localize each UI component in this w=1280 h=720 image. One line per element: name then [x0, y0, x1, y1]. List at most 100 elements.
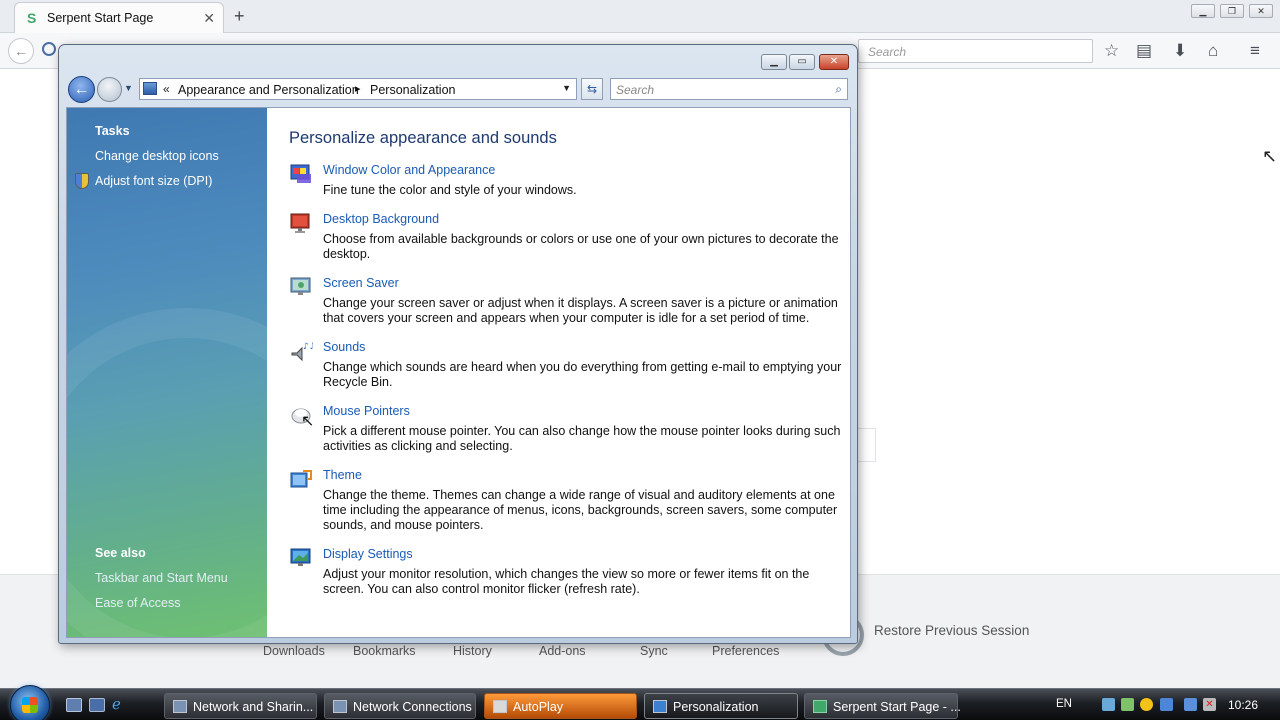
desc-window-color: Fine tune the color and style of your wi…	[323, 183, 577, 197]
taskbar-label: AutoPlay	[513, 700, 564, 714]
restore-session-button[interactable]: Restore Previous Session	[874, 623, 1029, 638]
browser-minimize-button[interactable]: ▁	[1191, 4, 1215, 18]
network-connections-icon	[333, 700, 347, 713]
screen-saver-icon[interactable]	[289, 275, 313, 299]
link-sounds[interactable]: Sounds	[323, 340, 365, 354]
windows-logo-icon	[22, 697, 38, 713]
link-theme[interactable]: Theme	[323, 468, 362, 482]
breadcrumb-personalization[interactable]: Personalization	[370, 83, 455, 97]
window-color-icon[interactable]	[289, 162, 313, 186]
link-mouse-pointers[interactable]: Mouse Pointers	[323, 404, 410, 418]
breadcrumb-separator-icon[interactable]: ▸	[355, 82, 361, 95]
see-also-taskbar-start-menu[interactable]: Taskbar and Start Menu	[95, 571, 228, 585]
reading-list-icon[interactable]: ▤	[1136, 41, 1152, 61]
taskbar-label: Network and Sharin...	[193, 700, 314, 714]
see-also-ease-of-access[interactable]: Ease of Access	[95, 596, 180, 610]
cp-maximize-button[interactable]: ▭	[789, 54, 815, 70]
link-desktop-background[interactable]: Desktop Background	[323, 212, 439, 226]
address-dropdown-icon[interactable]: ▼	[562, 83, 571, 93]
tray-security-icon[interactable]	[1160, 698, 1173, 711]
browser-search-placeholder: Search	[868, 45, 907, 59]
start-page-search-edge	[858, 428, 876, 462]
link-display-settings[interactable]: Display Settings	[323, 547, 413, 561]
display-settings-icon[interactable]	[289, 546, 313, 570]
task-change-desktop-icons[interactable]: Change desktop icons	[95, 149, 219, 163]
show-desktop-icon[interactable]	[66, 698, 82, 712]
launcher-addons[interactable]: Add-ons	[539, 644, 586, 658]
cp-search-input[interactable]: Search ⌕	[610, 78, 848, 100]
desktop-background-icon[interactable]	[289, 211, 313, 235]
launcher-preferences[interactable]: Preferences	[712, 644, 779, 658]
cp-main-pane: Personalize appearance and sounds Window…	[267, 108, 850, 637]
switch-windows-icon[interactable]	[89, 698, 105, 712]
network-sharing-icon	[173, 700, 187, 713]
bookmark-star-icon[interactable]: ☆	[1104, 41, 1119, 61]
breadcrumb-overflow-icon[interactable]: «	[163, 82, 170, 96]
launcher-sync[interactable]: Sync	[640, 644, 668, 658]
serpent-browser-icon	[813, 700, 827, 713]
desc-mouse-pointers: Pick a different mouse pointer. You can …	[323, 424, 841, 453]
globe-icon	[42, 42, 56, 56]
cp-back-button[interactable]: ←	[68, 76, 95, 103]
tray-clock[interactable]: 10:26	[1228, 698, 1258, 712]
taskbar-label: Personalization	[673, 700, 759, 714]
taskbar-network-sharing[interactable]: Network and Sharin...	[164, 693, 317, 719]
serpent-favicon-icon: S	[27, 10, 37, 26]
task-adjust-font-size[interactable]: Adjust font size (DPI)	[95, 174, 212, 188]
cp-minimize-button[interactable]: ▁	[761, 54, 787, 70]
mouse-cursor-icon: ↖	[301, 413, 315, 430]
magnifier-icon[interactable]: ⌕	[835, 82, 842, 97]
launcher-history[interactable]: History	[453, 644, 492, 658]
language-indicator[interactable]: EN	[1056, 698, 1072, 710]
sounds-icon[interactable]: ♪♫	[289, 339, 313, 363]
browser-close-button[interactable]: ✕	[1249, 4, 1273, 18]
svg-text:♪♫: ♪♫	[303, 342, 313, 352]
desc-sounds: Change which sounds are heard when you d…	[323, 360, 842, 389]
sidebar-decoration	[67, 308, 267, 637]
taskbar-serpent-browser[interactable]: Serpent Start Page - ...	[804, 693, 961, 719]
uac-shield-icon	[75, 173, 89, 189]
cp-close-button[interactable]: ✕	[819, 54, 849, 70]
autoplay-icon	[493, 700, 507, 713]
tasks-heading: Tasks	[95, 124, 130, 138]
download-icon[interactable]: ⬇	[1173, 41, 1187, 61]
tray-volume-muted-icon[interactable]: ✕	[1203, 698, 1216, 711]
launcher-bookmarks[interactable]: Bookmarks	[353, 644, 416, 658]
desc-screen-saver: Change your screen saver or adjust when …	[323, 296, 838, 325]
desc-theme: Change the theme. Themes can change a wi…	[323, 488, 838, 532]
desc-desktop-background: Choose from available backgrounds or col…	[323, 232, 839, 261]
tray-monitor-icon[interactable]	[1184, 698, 1197, 711]
menu-icon[interactable]: ≡	[1250, 41, 1260, 61]
cp-task-sidebar: Tasks Change desktop icons Adjust font s…	[67, 108, 267, 637]
browser-back-button[interactable]: ←	[8, 38, 34, 64]
link-window-color[interactable]: Window Color and Appearance	[323, 163, 495, 177]
browser-tab[interactable]: S Serpent Start Page ✕	[14, 2, 224, 33]
mouse-cursor-icon: ↖	[1262, 146, 1278, 166]
tab-title: Serpent Start Page	[47, 11, 154, 25]
taskbar-personalization[interactable]: Personalization	[644, 693, 798, 719]
cp-address-bar[interactable]: « Appearance and Personalization ▸ Perso…	[139, 78, 577, 100]
new-tab-button[interactable]: +	[234, 6, 245, 27]
browser-tab-bar: S Serpent Start Page ✕ + ▁ ❐ ✕	[0, 0, 1280, 33]
home-icon[interactable]: ⌂	[1208, 41, 1218, 61]
launcher-downloads[interactable]: Downloads	[263, 644, 325, 658]
link-screen-saver[interactable]: Screen Saver	[323, 276, 399, 290]
tray-warning-icon[interactable]	[1140, 698, 1153, 711]
start-button[interactable]	[10, 685, 50, 720]
breadcrumb-appearance[interactable]: Appearance and Personalization	[178, 83, 359, 97]
taskbar-network-connections[interactable]: Network Connections	[324, 693, 476, 719]
browser-maximize-button[interactable]: ❐	[1220, 4, 1244, 18]
taskbar-autoplay[interactable]: AutoPlay	[484, 693, 637, 719]
cp-recent-pages-dropdown[interactable]: ▼	[124, 83, 133, 93]
tray-safely-remove-icon[interactable]	[1121, 698, 1134, 711]
cp-refresh-button[interactable]: ⇆	[581, 78, 603, 100]
desc-display-settings: Adjust your monitor resolution, which ch…	[323, 567, 810, 596]
tray-network-icon[interactable]	[1102, 698, 1115, 711]
tab-close-icon[interactable]: ✕	[203, 10, 215, 27]
page-title: Personalize appearance and sounds	[289, 129, 557, 147]
theme-icon[interactable]	[289, 467, 313, 491]
windows-taskbar: ℯ Network and Sharin... Network Connecti…	[0, 685, 1280, 720]
internet-explorer-icon[interactable]: ℯ	[112, 697, 128, 712]
browser-search-input[interactable]: Search	[858, 39, 1093, 63]
cp-forward-button[interactable]	[97, 77, 122, 102]
